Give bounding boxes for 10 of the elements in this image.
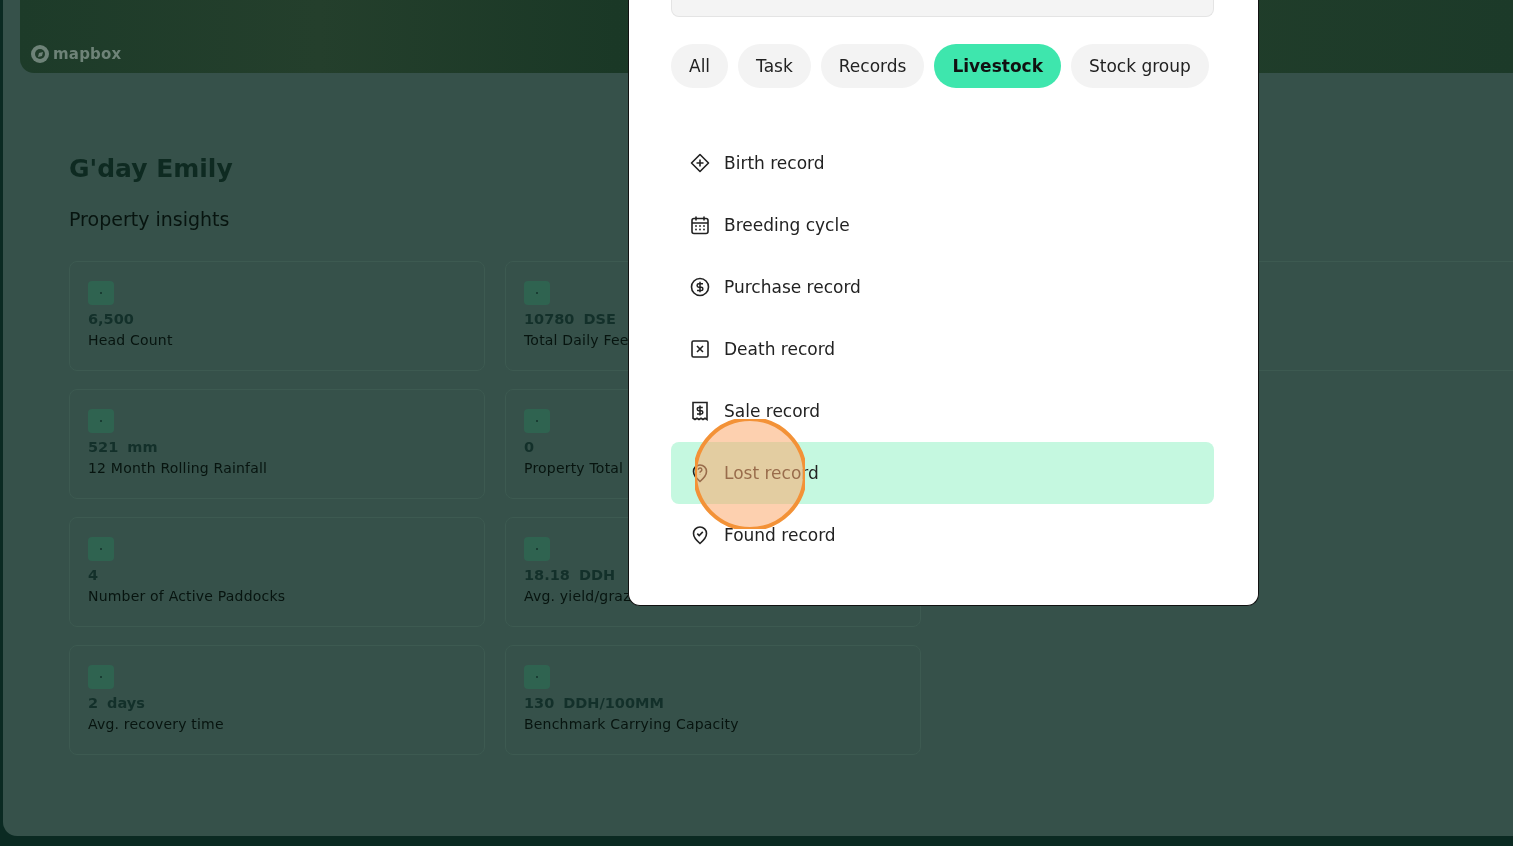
stat-label: 12 Month Rolling Rainfall [88, 459, 268, 478]
stat-label: Total Daily Fee [524, 331, 629, 350]
stat-label: Avg. yield/graz [524, 587, 631, 606]
section-title: Property insights [69, 207, 230, 231]
stat-label: Head Count [88, 331, 173, 350]
stat-label: Avg. recovery time [88, 715, 224, 734]
stat-label: Benchmark Carrying Capacity [524, 715, 739, 734]
stat-label: Property Total [524, 459, 624, 478]
map-attribution: mapbox [53, 45, 122, 63]
stat-label: Number of Active Paddocks [88, 587, 286, 606]
